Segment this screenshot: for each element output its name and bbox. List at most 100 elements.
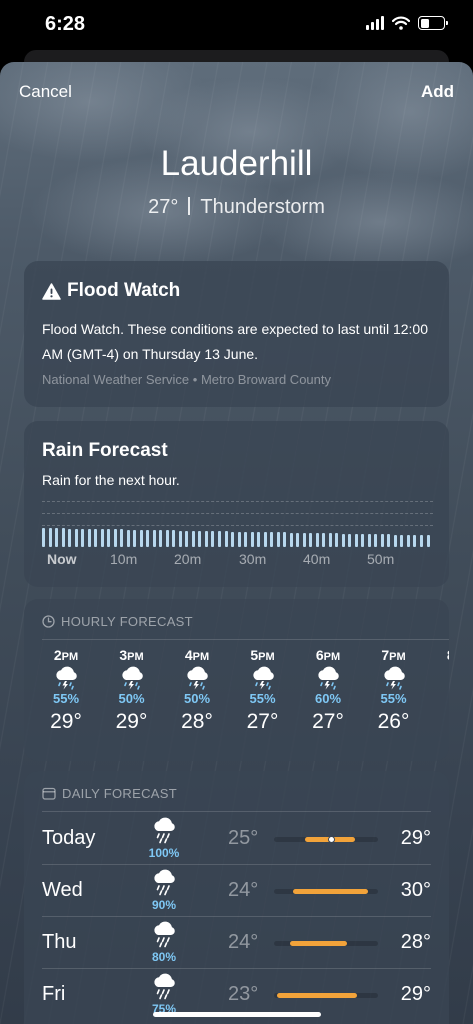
rain-bar bbox=[178, 530, 182, 547]
hour-temp: 2 bbox=[435, 707, 449, 737]
daily-row[interactable]: Thu 80% 24° 28° bbox=[42, 917, 431, 969]
add-button[interactable]: Add bbox=[421, 82, 454, 102]
hour-temp: 29° bbox=[50, 710, 82, 733]
current-temperature: 27° bbox=[148, 196, 179, 218]
rain-forecast-title: Rain Forecast bbox=[42, 440, 168, 461]
chart-gridline bbox=[42, 501, 433, 502]
rain-bar bbox=[341, 533, 345, 547]
hour-temp: 27° bbox=[246, 710, 279, 733]
hour-label: 8PM bbox=[435, 647, 449, 665]
daily-forecast-label: DAILY FORECAST bbox=[42, 786, 177, 801]
hour-precip: 50% bbox=[118, 691, 145, 706]
rain-bar bbox=[87, 528, 91, 547]
alert-title-text: Flood Watch bbox=[67, 280, 181, 301]
status-time: 6:28 bbox=[45, 13, 86, 35]
hour-icon bbox=[108, 665, 156, 691]
temp-range-fill bbox=[289, 941, 347, 946]
day-icon bbox=[146, 919, 182, 949]
rain-tick-40m: 40m bbox=[303, 551, 331, 567]
rain-bar bbox=[322, 533, 326, 547]
home-indicator[interactable] bbox=[153, 1012, 321, 1017]
thunderstorm-icon bbox=[383, 666, 405, 690]
thunderstorm-icon bbox=[445, 664, 449, 692]
temp-range-bar bbox=[274, 889, 378, 894]
rain-bar bbox=[231, 531, 234, 547]
hour-temp: 28° bbox=[181, 710, 213, 733]
thunderstorm-icon bbox=[318, 666, 339, 690]
rain-bar bbox=[94, 529, 98, 547]
rain-bar bbox=[348, 533, 352, 547]
rain-bar bbox=[191, 530, 195, 547]
rain-bar bbox=[283, 532, 287, 547]
rain-icon bbox=[154, 973, 175, 1000]
rain-bar bbox=[289, 532, 293, 547]
daily-forecast-card[interactable]: DAILY FORECAST Today 100% 25° 29° Wed 90% 24° 3… bbox=[24, 771, 449, 1024]
hourly-forecast-card[interactable]: HOURLY FORECAST 2PM 55% 29° 3PM 50% 29° 4PM 50%… bbox=[24, 599, 449, 761]
rain-bar bbox=[211, 531, 215, 547]
rain-bar bbox=[48, 528, 52, 547]
hour-precip: 60% bbox=[314, 691, 342, 706]
rain-bar bbox=[165, 530, 169, 547]
battery-icon bbox=[418, 16, 448, 30]
rain-bar bbox=[400, 534, 404, 547]
hour-icon bbox=[304, 665, 352, 691]
hour-icon bbox=[435, 665, 449, 691]
day-low: 24° bbox=[228, 879, 259, 901]
hour-precip: 55% bbox=[380, 691, 407, 706]
rain-bar bbox=[237, 531, 241, 547]
warning-triangle-icon bbox=[42, 282, 61, 300]
rain-bar bbox=[139, 529, 143, 547]
rain-bar bbox=[309, 532, 313, 547]
day-label: Thu bbox=[42, 931, 77, 953]
separator bbox=[188, 197, 191, 215]
hour-precip: 55% bbox=[249, 691, 276, 706]
day-precip: 100% bbox=[148, 846, 180, 860]
rain-bar bbox=[217, 531, 221, 547]
rain-icon bbox=[154, 921, 175, 948]
cancel-button[interactable]: Cancel bbox=[19, 82, 72, 102]
rain-bar bbox=[107, 529, 111, 547]
city-name: Lauderhill bbox=[160, 144, 313, 183]
rain-bar bbox=[315, 533, 319, 547]
rain-bar bbox=[406, 534, 410, 547]
daily-row[interactable]: Today 100% 25° 29° bbox=[42, 813, 431, 865]
rain-bar bbox=[152, 530, 156, 547]
chart-gridline bbox=[42, 513, 433, 514]
hour-label: 5PM bbox=[250, 647, 275, 663]
rain-icon bbox=[154, 869, 175, 896]
day-low: 25° bbox=[228, 827, 259, 849]
alert-source: National Weather Service • Metro Broward… bbox=[42, 372, 331, 387]
rain-intensity-bars bbox=[42, 525, 433, 547]
rain-bar bbox=[159, 530, 163, 547]
rain-forecast-card: Rain Forecast Rain for the next hour. No… bbox=[24, 421, 449, 587]
hour-icon bbox=[370, 665, 418, 691]
rain-bar bbox=[263, 532, 267, 547]
rain-bar bbox=[224, 531, 228, 547]
rain-bar bbox=[120, 529, 124, 547]
hourly-item: 6PM 60% 27° bbox=[304, 647, 352, 737]
alert-title: Flood Watch bbox=[42, 280, 180, 302]
hour-precip: 50% bbox=[183, 691, 211, 706]
rain-bar bbox=[393, 534, 397, 547]
rain-tick-50m: 50m bbox=[367, 551, 395, 567]
hourly-item: 5PM 55% 27° bbox=[239, 647, 287, 737]
rain-tick-30m: 30m bbox=[239, 551, 267, 567]
rain-bar bbox=[198, 530, 202, 547]
rain-bar bbox=[380, 534, 384, 547]
hour-icon bbox=[173, 665, 221, 691]
flood-watch-card[interactable]: Flood Watch Flood Watch. These condition… bbox=[24, 261, 449, 407]
hourly-item: 3PM 50% 29° bbox=[108, 647, 156, 737]
rain-bar bbox=[420, 535, 423, 547]
rain-bar bbox=[250, 531, 254, 547]
temp-range-fill bbox=[292, 889, 368, 894]
daily-row[interactable]: Wed 90% 24° 30° bbox=[42, 865, 431, 917]
hourly-item: 2PM 55% 29° bbox=[42, 647, 90, 737]
hourly-forecast-label-text: HOURLY FORECAST bbox=[61, 614, 193, 629]
daily-divider bbox=[42, 811, 431, 812]
rain-bar bbox=[328, 533, 332, 547]
day-high: 28° bbox=[400, 931, 431, 953]
rain-bar bbox=[61, 528, 65, 547]
hour-temp: 26° bbox=[377, 710, 410, 733]
temp-range-bar bbox=[274, 993, 378, 998]
rain-bar bbox=[367, 534, 371, 547]
